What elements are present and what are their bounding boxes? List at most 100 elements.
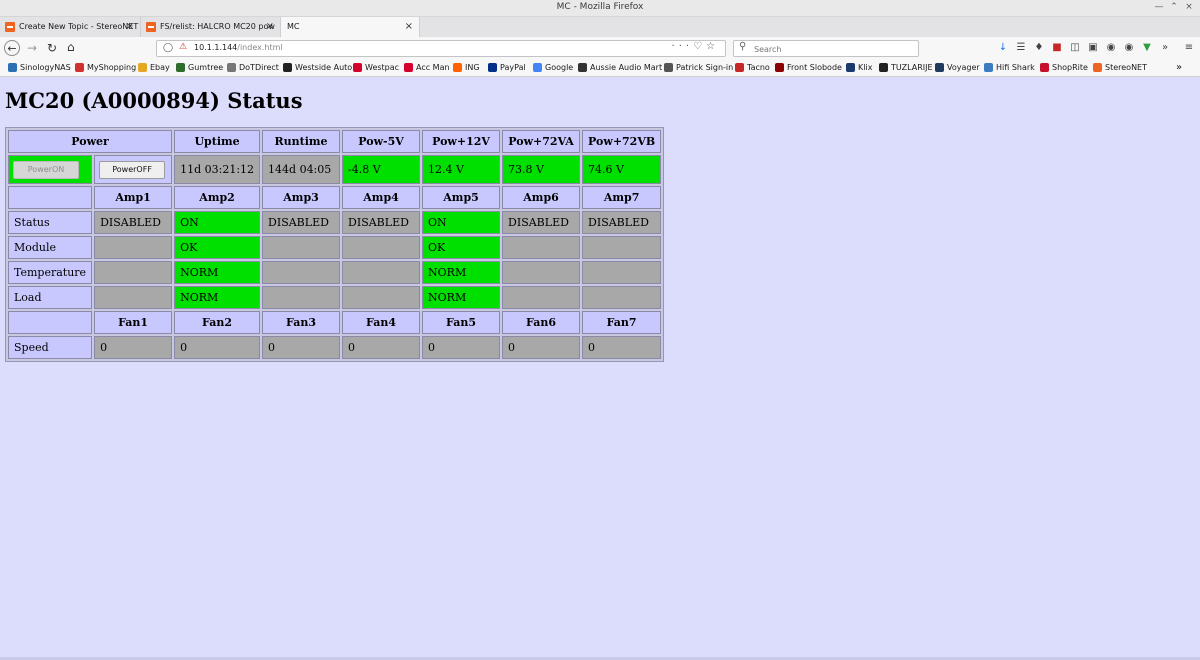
- home-icon[interactable]: ⌂: [67, 40, 75, 54]
- bookmark-label: Tacno: [747, 63, 770, 72]
- downloads-icon[interactable]: ↓: [996, 41, 1010, 55]
- amp-header-blank: [8, 186, 93, 209]
- tab-label: Create New Topic - StereoNET: [19, 22, 139, 31]
- tracking-shield-icon[interactable]: ◯: [163, 43, 173, 53]
- dotdirect-icon: [227, 63, 236, 72]
- search-input[interactable]: [752, 42, 916, 57]
- bookmark-ebay[interactable]: Ebay: [138, 62, 170, 74]
- amp7-header: Amp7: [582, 186, 662, 209]
- bookmark-tuzlarije[interactable]: TUZLARIJE: [879, 62, 933, 74]
- amp4-load: [342, 286, 421, 309]
- runtime-value: 144d 04:05: [262, 155, 341, 184]
- url-path: /index.html: [237, 43, 283, 52]
- insecure-lock-icon[interactable]: ⚠: [179, 42, 187, 52]
- tab-fs-relist[interactable]: FS/relist: HALCRO MC20 pow ×: [141, 17, 281, 37]
- bookmark-aussie-audio-mart[interactable]: Aussie Audio Mart: [578, 62, 662, 74]
- library-icon[interactable]: ☰: [1014, 41, 1028, 55]
- bookmark-myshopping[interactable]: MyShopping: [75, 62, 136, 74]
- url-text[interactable]: 10.1.1.144/index.html: [194, 43, 283, 52]
- sidebar-icon[interactable]: ◫: [1068, 41, 1082, 55]
- amp6-module: [502, 236, 581, 259]
- search-bar[interactable]: ⚲: [733, 40, 919, 57]
- shield-extension-icon[interactable]: ▼: [1140, 41, 1154, 55]
- ublock-icon[interactable]: ■: [1050, 41, 1064, 55]
- forward-arrow-icon[interactable]: →: [27, 41, 37, 55]
- extensions-icon[interactable]: ♦: [1032, 41, 1046, 55]
- bookmark-google[interactable]: Google: [533, 62, 573, 74]
- amp6-temperature: [502, 261, 581, 284]
- url-host: 10.1.1.144: [194, 43, 238, 52]
- url-bar[interactable]: ◯ ⚠ 10.1.1.144/index.html ···♡☆: [156, 40, 726, 57]
- pow-72va-header: Pow+72VA: [502, 130, 581, 153]
- fan2-header: Fan2: [174, 311, 261, 334]
- bookmark-label: Front Slobode: [787, 63, 842, 72]
- tab-create-new-topic[interactable]: Create New Topic - StereoNET ×: [0, 17, 141, 37]
- bookmark-front-slobode[interactable]: Front Slobode: [775, 62, 842, 74]
- fan4-header: Fan4: [342, 311, 421, 334]
- container-icon[interactable]: ▣: [1086, 41, 1100, 55]
- amp2-status: ON: [174, 211, 261, 234]
- tab-label: FS/relist: HALCRO MC20 pow: [160, 22, 275, 31]
- bookmark-hifi-shark[interactable]: Hifi Shark: [984, 62, 1035, 74]
- power-off-cell: PowerOFF: [94, 155, 173, 184]
- amp5-temperature: NORM: [422, 261, 501, 284]
- page-content: MC20 (A0000894) Status Power Uptime Runt…: [0, 77, 1200, 660]
- page-actions-menu-icon[interactable]: ···: [672, 41, 694, 52]
- bookmark-patrick-sign-in[interactable]: Patrick Sign-in: [664, 62, 733, 74]
- bookmark-label: Google: [545, 63, 574, 72]
- bookmark-acc-man[interactable]: Acc Man: [404, 62, 450, 74]
- pow-72vb-header: Pow+72VB: [582, 130, 662, 153]
- power-on-button[interactable]: PowerON: [13, 160, 79, 179]
- amp2-header: Amp2: [174, 186, 261, 209]
- amp2-load: NORM: [174, 286, 261, 309]
- bookmark-stereonet[interactable]: StereoNET: [1093, 62, 1147, 74]
- bookmark-tacno[interactable]: Tacno: [735, 62, 770, 74]
- bookmark-label: ING: [465, 63, 480, 72]
- back-arrow-icon[interactable]: ←: [4, 40, 20, 56]
- fan2-speed: 0: [174, 336, 261, 359]
- stereonet-favicon-icon: [146, 22, 156, 32]
- bookmark-voyager[interactable]: Voyager: [935, 62, 980, 74]
- bookmark-ing[interactable]: ING: [453, 62, 480, 74]
- close-window-icon[interactable]: ×: [1182, 2, 1196, 12]
- bookmark-paypal[interactable]: PayPal: [488, 62, 526, 74]
- pow-72va-value: 73.8 V: [502, 155, 581, 184]
- amp2-temperature: NORM: [174, 261, 261, 284]
- bookmark-klix[interactable]: Klix: [846, 62, 872, 74]
- hamburger-menu-icon[interactable]: ≡: [1182, 41, 1196, 55]
- minimize-icon[interactable]: —: [1152, 2, 1166, 12]
- fan3-speed: 0: [262, 336, 341, 359]
- front-slobode-icon: [775, 63, 784, 72]
- close-tab-icon[interactable]: ×: [126, 17, 134, 36]
- maximize-icon[interactable]: ⌃: [1167, 2, 1181, 12]
- bookmarks-overflow-chevron-icon[interactable]: »: [1176, 62, 1182, 74]
- pocket-icon[interactable]: ♡: [693, 41, 706, 52]
- bookmark-westpac[interactable]: Westpac: [353, 62, 399, 74]
- amp4-header: Amp4: [342, 186, 421, 209]
- reload-icon[interactable]: ↻: [47, 41, 57, 55]
- power-off-button[interactable]: PowerOFF: [99, 160, 166, 179]
- bookmark-dotdirect[interactable]: DoTDirect: [227, 62, 279, 74]
- amp6-header: Amp6: [502, 186, 581, 209]
- amp2-module: OK: [174, 236, 261, 259]
- amp5-load: NORM: [422, 286, 501, 309]
- tab-label: MC: [287, 22, 300, 31]
- tab-mc[interactable]: MC ×: [281, 17, 420, 37]
- amp7-load: [582, 286, 662, 309]
- close-tab-icon[interactable]: ×: [266, 17, 274, 36]
- amp5-header: Amp5: [422, 186, 501, 209]
- overflow-chevron-icon[interactable]: »: [1158, 41, 1172, 55]
- gamepad-icon[interactable]: ◉: [1104, 41, 1118, 55]
- close-tab-icon[interactable]: ×: [405, 17, 413, 36]
- page-actions: ···♡☆: [672, 41, 719, 52]
- bookmark-gumtree[interactable]: Gumtree: [176, 62, 223, 74]
- bookmark-sinologynas[interactable]: SinologyNAS: [8, 62, 71, 74]
- bookmark-westside-auto[interactable]: Westside Auto: [283, 62, 352, 74]
- amp3-temperature: [262, 261, 341, 284]
- addon-circle-icon[interactable]: ◉: [1122, 41, 1136, 55]
- westpac-icon: [404, 63, 413, 72]
- uptime-value: 11d 03:21:12: [174, 155, 261, 184]
- bookmark-label: PayPal: [500, 63, 526, 72]
- bookmark-shoprite[interactable]: ShopRite: [1040, 62, 1088, 74]
- bookmark-star-icon[interactable]: ☆: [706, 41, 719, 52]
